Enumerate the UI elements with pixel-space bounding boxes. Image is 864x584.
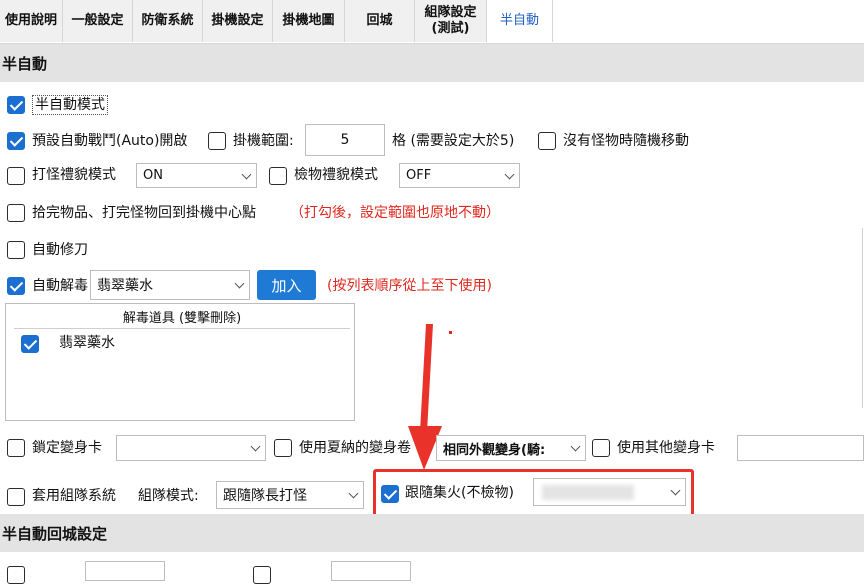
- use-xiana-transform-select[interactable]: 相同外觀變身(騎:: [436, 435, 586, 461]
- no-monster-random-move-checkbox[interactable]: [538, 132, 556, 150]
- tab-idle-map[interactable]: 掛機地圖: [273, 0, 345, 42]
- return-center-label: 拾完物品、打完怪物回到掛機中心點: [32, 205, 256, 221]
- auto-detox-checkbox[interactable]: [7, 277, 25, 295]
- idle-range-checkbox[interactable]: [208, 132, 226, 150]
- tab-defense-system[interactable]: 防衛系統: [133, 0, 203, 42]
- chevron-down-icon: [348, 488, 359, 499]
- section-header-semi-auto: 半自動: [0, 44, 864, 82]
- fight-courtesy-value: ON: [143, 168, 163, 183]
- loot-courtesy-label: 檢物禮貌模式: [294, 167, 378, 183]
- use-other-transform-checkbox[interactable]: [592, 439, 610, 457]
- loot-courtesy-checkbox[interactable]: [269, 167, 287, 185]
- party-system-checkbox[interactable]: [7, 488, 25, 506]
- tab-party-settings[interactable]: 組隊設定 (測試): [415, 0, 487, 42]
- idle-range-suffix: 格 (需要設定大於5): [392, 133, 515, 149]
- idle-range-label: 掛機範圍:: [233, 133, 294, 149]
- detox-list-header: 解毒道具 (雙擊刪除): [14, 304, 350, 329]
- return-center-checkbox[interactable]: [7, 204, 25, 222]
- lock-transform-select[interactable]: [116, 435, 266, 461]
- auto-repair-checkbox[interactable]: [7, 241, 25, 259]
- party-system-label: 套用組隊系統: [32, 488, 116, 504]
- follow-fire-label: 跟隨集火(不檢物): [405, 485, 514, 501]
- use-xiana-transform-label: 使用夏納的變身卷: [299, 440, 411, 456]
- lock-transform-checkbox[interactable]: [7, 439, 25, 457]
- loot-courtesy-select[interactable]: OFF: [399, 163, 520, 188]
- chevron-down-icon: [250, 441, 261, 452]
- tab-idle-settings[interactable]: 掛機設定: [203, 0, 273, 42]
- use-other-transform-input[interactable]: [737, 435, 864, 461]
- tab-bar: 使用說明 一般設定 防衛系統 掛機設定 掛機地圖 回城 組隊設定 (測試) 半自…: [0, 0, 864, 44]
- detox-item-select[interactable]: 翡翠藥水: [90, 270, 250, 300]
- default-auto-battle-label: 預設自動戰鬥(Auto)開啟: [32, 133, 188, 149]
- section-header-semi-auto-return: 半自動回城設定: [0, 514, 864, 552]
- party-mode-value: 跟隨隊長打怪: [223, 488, 307, 504]
- lock-transform-label: 鎖定變身卡: [32, 440, 102, 456]
- use-xiana-transform-value: 相同外觀變身(騎:: [443, 442, 546, 458]
- party-mode-select[interactable]: 跟隨隊長打怪: [216, 481, 364, 509]
- return-center-note: （打勾後，設定範圍也原地不動）: [290, 205, 500, 221]
- divider: [862, 228, 863, 408]
- auto-repair-label: 自動修刀: [32, 242, 88, 258]
- no-monster-random-move-label: 沒有怪物時隨機移動: [563, 133, 689, 149]
- tab-general-settings[interactable]: 一般設定: [63, 0, 133, 42]
- chevron-down-icon: [570, 441, 581, 452]
- tab-semi-auto[interactable]: 半自動: [487, 0, 553, 42]
- tab-instructions[interactable]: 使用說明: [0, 0, 63, 42]
- fight-courtesy-checkbox[interactable]: [7, 167, 25, 185]
- follow-fire-target-select[interactable]: [533, 478, 686, 506]
- detox-order-note: (按列表順序從上至下使用): [327, 278, 492, 294]
- tab-return-town[interactable]: 回城: [345, 0, 415, 42]
- party-mode-label: 組隊模式:: [138, 488, 199, 504]
- use-other-transform-label: 使用其他變身卡: [617, 440, 715, 456]
- return-mp-input[interactable]: [331, 561, 411, 581]
- detox-item-value: 翡翠藥水: [97, 278, 153, 294]
- use-xiana-transform-checkbox[interactable]: [274, 439, 292, 457]
- chevron-down-icon: [234, 278, 245, 289]
- fight-courtesy-select[interactable]: ON: [136, 163, 257, 188]
- idle-range-input[interactable]: 5: [305, 124, 385, 156]
- detox-list-item-checkbox[interactable]: [21, 335, 39, 353]
- semi-auto-mode-label: 半自動模式: [32, 95, 108, 115]
- return-hp-input[interactable]: [85, 561, 165, 581]
- loot-courtesy-value: OFF: [406, 168, 432, 183]
- chevron-down-icon: [670, 485, 681, 496]
- detox-item-list[interactable]: 解毒道具 (雙擊刪除) 翡翠藥水: [5, 303, 355, 421]
- blurred-value: [542, 485, 634, 500]
- default-auto-battle-checkbox[interactable]: [7, 132, 25, 150]
- semi-auto-mode-checkbox[interactable]: [7, 96, 25, 114]
- fight-courtesy-label: 打怪禮貌模式: [32, 167, 116, 183]
- add-detox-button[interactable]: 加入: [257, 270, 316, 300]
- auto-detox-label: 自動解毒: [32, 278, 88, 294]
- chevron-down-icon: [504, 169, 515, 179]
- chevron-down-icon: [241, 169, 252, 179]
- follow-fire-checkbox[interactable]: [381, 485, 399, 503]
- return-mp-checkbox[interactable]: [253, 566, 271, 584]
- return-hp-checkbox[interactable]: [7, 566, 25, 584]
- detox-list-item-label: 翡翠藥水: [59, 335, 115, 351]
- red-dot: [449, 331, 452, 334]
